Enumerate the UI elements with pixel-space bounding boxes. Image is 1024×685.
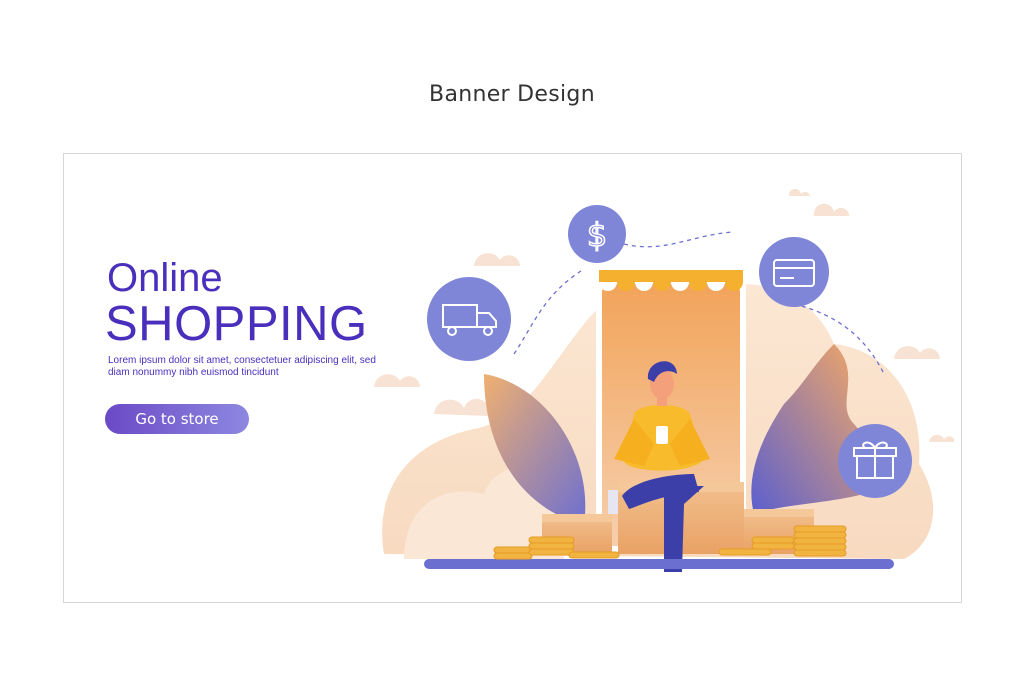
credit-card-icon <box>759 237 829 307</box>
banner: Online SHOPPING Lorem ipsum dolor sit am… <box>63 153 962 603</box>
shopping-illustration: $ <box>374 188 954 578</box>
go-to-store-button[interactable]: Go to store <box>105 404 249 434</box>
headline-shopping: SHOPPING <box>105 297 368 351</box>
banner-description: Lorem ipsum dolor sit amet, consectetuer… <box>108 355 376 378</box>
dollar-icon: $ <box>568 205 626 263</box>
gift-icon <box>838 424 912 498</box>
headline-online: Online <box>107 256 223 300</box>
svg-text:$: $ <box>587 216 607 254</box>
truck-icon <box>427 277 511 361</box>
page-heading: Banner Design <box>429 82 595 107</box>
ground <box>424 559 894 569</box>
